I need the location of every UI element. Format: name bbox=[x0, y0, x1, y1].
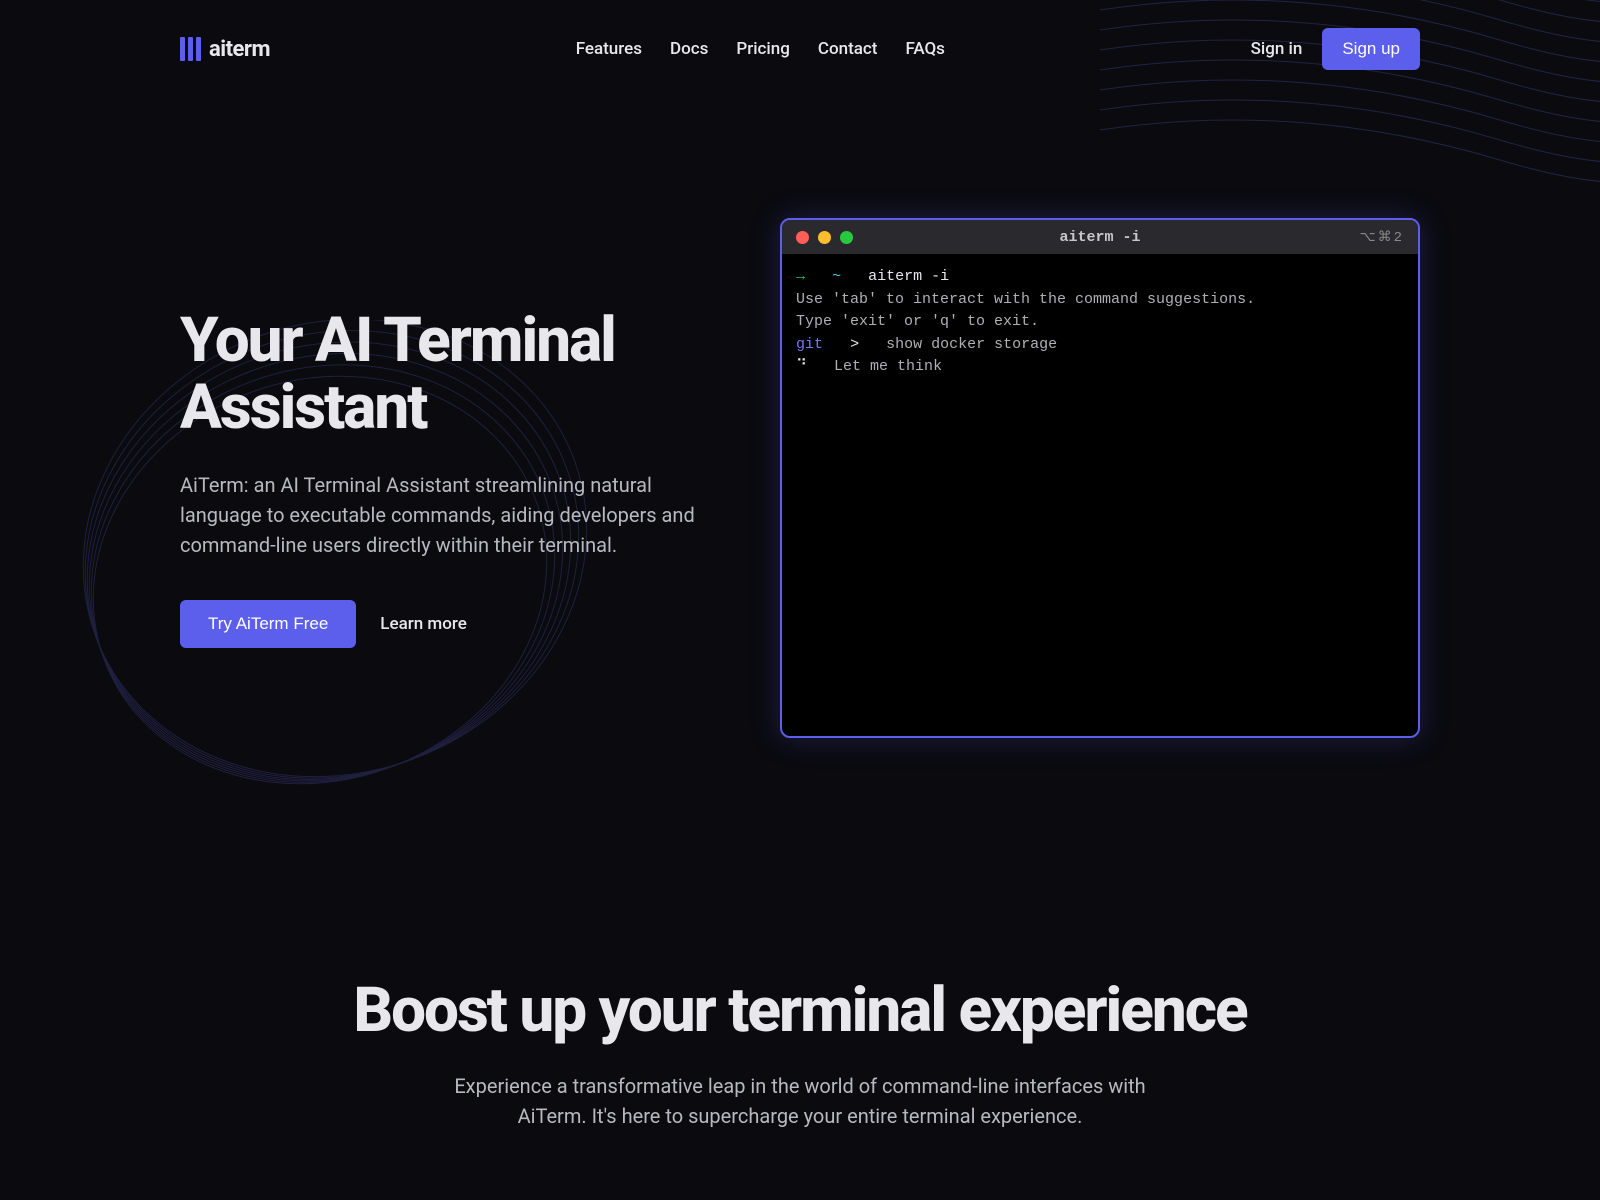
terminal-line: Use 'tab' to interact with the command s… bbox=[796, 289, 1404, 312]
nav-pricing[interactable]: Pricing bbox=[736, 39, 790, 59]
prompt-tilde: ~ bbox=[832, 268, 841, 285]
traffic-lights-icon bbox=[796, 231, 853, 244]
hero-subtitle: AiTerm: an AI Terminal Assistant streaml… bbox=[180, 470, 700, 560]
auth-actions: Sign in Sign up bbox=[1251, 28, 1420, 70]
nav-docs[interactable]: Docs bbox=[670, 39, 708, 59]
signin-link[interactable]: Sign in bbox=[1251, 39, 1303, 59]
terminal-cmd: aiterm -i bbox=[868, 268, 949, 285]
hero-copy: Your AI Terminal Assistant AiTerm: an AI… bbox=[180, 308, 740, 648]
terminal-title: aiterm -i bbox=[1059, 229, 1140, 246]
try-free-button[interactable]: Try AiTerm Free bbox=[180, 600, 356, 648]
nav-contact[interactable]: Contact bbox=[818, 39, 878, 59]
terminal-titlebar: aiterm -i ⌥⌘2 bbox=[782, 220, 1418, 254]
main-nav: Features Docs Pricing Contact FAQs bbox=[576, 39, 945, 59]
terminal-line: ⠙ Let me think bbox=[796, 356, 1404, 379]
close-icon bbox=[796, 231, 809, 244]
terminal-line: git > show docker storage bbox=[796, 334, 1404, 357]
spinner-icon: ⠙ bbox=[796, 358, 807, 375]
boost-subtitle: Experience a transformative leap in the … bbox=[430, 1071, 1170, 1131]
prompt-arrow-icon: → bbox=[796, 268, 805, 285]
prompt-caret: > bbox=[850, 336, 859, 353]
nav-features[interactable]: Features bbox=[576, 39, 642, 59]
boost-section: Boost up your terminal experience Experi… bbox=[0, 798, 1600, 1171]
terminal-status: Let me think bbox=[834, 358, 942, 375]
terminal-line: → ~ aiterm -i bbox=[796, 266, 1404, 289]
hero-section: Your AI Terminal Assistant AiTerm: an AI… bbox=[0, 98, 1600, 798]
signup-button[interactable]: Sign up bbox=[1322, 28, 1420, 70]
minimize-icon bbox=[818, 231, 831, 244]
hero-actions: Try AiTerm Free Learn more bbox=[180, 600, 740, 648]
logo-text: aiterm bbox=[209, 37, 270, 62]
nav-faqs[interactable]: FAQs bbox=[905, 39, 945, 59]
hero-title: Your AI Terminal Assistant bbox=[180, 308, 740, 442]
learn-more-link[interactable]: Learn more bbox=[380, 614, 467, 634]
boost-title: Boost up your terminal experience bbox=[200, 978, 1400, 1045]
terminal-shortcut-icon: ⌥⌘2 bbox=[1359, 229, 1404, 246]
logo[interactable]: aiterm bbox=[180, 37, 270, 62]
maximize-icon bbox=[840, 231, 853, 244]
terminal-line: Type 'exit' or 'q' to exit. bbox=[796, 311, 1404, 334]
site-header: aiterm Features Docs Pricing Contact FAQ… bbox=[0, 0, 1600, 98]
terminal-body: → ~ aiterm -i Use 'tab' to interact with… bbox=[782, 254, 1418, 391]
terminal-demo-window: aiterm -i ⌥⌘2 → ~ aiterm -i Use 'tab' to… bbox=[780, 218, 1420, 738]
git-prompt: git bbox=[796, 336, 823, 353]
logo-icon bbox=[180, 37, 201, 61]
terminal-input: show docker storage bbox=[886, 336, 1057, 353]
